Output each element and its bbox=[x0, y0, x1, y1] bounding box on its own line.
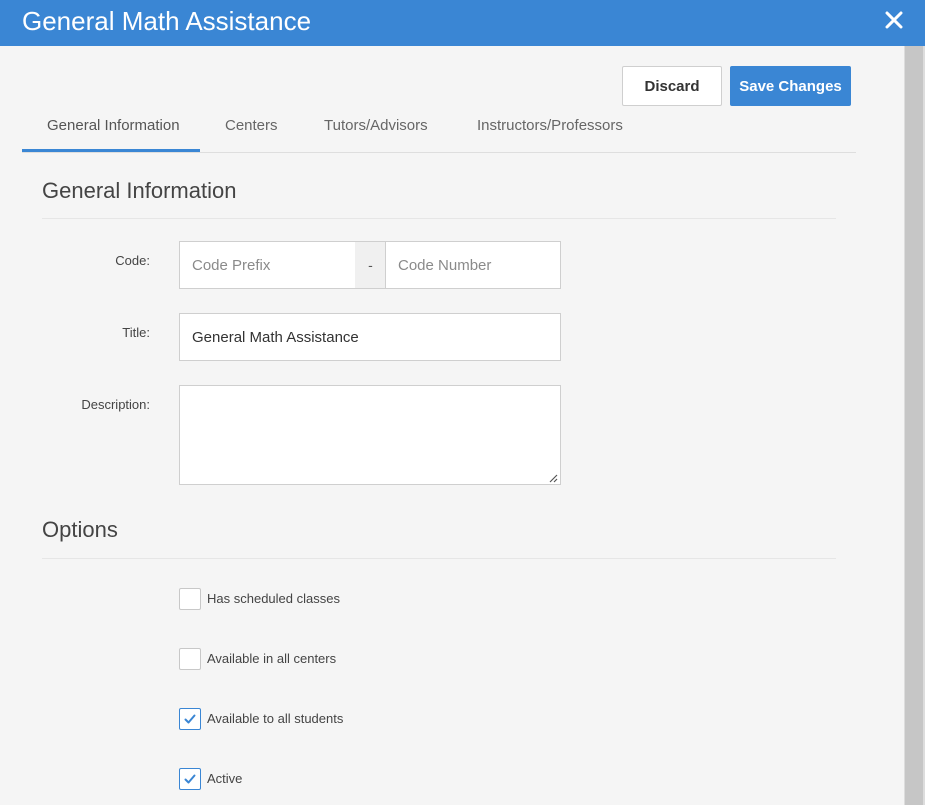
tab-instructors-professors[interactable]: Instructors/Professors bbox=[477, 117, 623, 134]
checkbox-checked[interactable] bbox=[179, 768, 201, 790]
divider bbox=[42, 558, 836, 559]
tab-general-information[interactable]: General Information bbox=[47, 117, 180, 134]
close-icon[interactable] bbox=[880, 6, 908, 34]
active-tab-indicator bbox=[22, 149, 200, 152]
section-heading-options: Options bbox=[42, 517, 118, 542]
tab-centers[interactable]: Centers bbox=[225, 117, 278, 134]
window-title: General Math Assistance bbox=[22, 6, 312, 36]
description-textarea[interactable] bbox=[179, 385, 561, 485]
checkbox[interactable] bbox=[179, 648, 201, 670]
code-separator: - bbox=[355, 241, 386, 289]
scrollbar-thumb[interactable] bbox=[905, 46, 923, 805]
tab-bar: General Information Centers Tutors/Advis… bbox=[22, 112, 856, 153]
scrollbar[interactable] bbox=[904, 46, 925, 805]
title-label: Title: bbox=[122, 325, 150, 340]
checkbox-label: Has scheduled classes bbox=[207, 591, 340, 606]
section-heading-general: General Information bbox=[42, 178, 237, 203]
checkbox-label: Available to all students bbox=[207, 711, 344, 726]
code-prefix-input[interactable] bbox=[179, 241, 356, 289]
description-label: Description: bbox=[81, 397, 150, 412]
resize-grip-icon[interactable] bbox=[548, 473, 558, 483]
checkbox-label: Active bbox=[207, 771, 243, 786]
divider bbox=[42, 218, 836, 219]
title-bar: General Math Assistance bbox=[0, 0, 925, 46]
discard-button[interactable]: Discard bbox=[622, 66, 722, 106]
checkbox-label: Available in all centers bbox=[207, 651, 337, 666]
code-number-input[interactable] bbox=[385, 241, 561, 289]
code-label: Code: bbox=[115, 253, 150, 268]
title-input[interactable] bbox=[179, 313, 561, 361]
checkmark-icon bbox=[184, 774, 196, 784]
checkbox[interactable] bbox=[179, 588, 201, 610]
checkmark-icon bbox=[184, 714, 196, 724]
save-changes-button[interactable]: Save Changes bbox=[730, 66, 851, 106]
checkbox-checked[interactable] bbox=[179, 708, 201, 730]
tab-tutors-advisors[interactable]: Tutors/Advisors bbox=[324, 117, 428, 134]
